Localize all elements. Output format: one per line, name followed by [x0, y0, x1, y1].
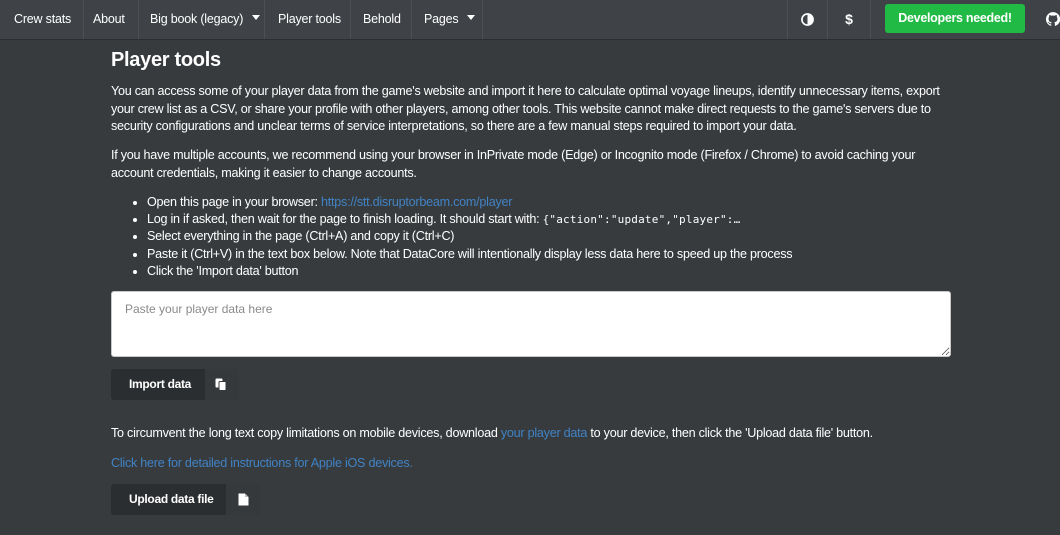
- contrast-icon: [801, 12, 814, 26]
- list-item: Log in if asked, then wait for the page …: [147, 211, 792, 228]
- nav-behold-label: Behold: [363, 12, 401, 26]
- main-content: Player tools You can access some of your…: [111, 44, 951, 515]
- nav-crew-stats-label: Crew stats: [14, 12, 72, 26]
- ios-instructions: Click here for detailed instructions for…: [111, 455, 951, 473]
- import-data-button[interactable]: Import data: [111, 369, 239, 400]
- list-item: Open this page in your browser: https://…: [147, 194, 792, 211]
- step2-text: Log in if asked, then wait for the page …: [147, 212, 543, 227]
- nav-pages-dropdown[interactable]: Pages: [412, 0, 483, 39]
- nav-about-label: About: [93, 12, 125, 26]
- step1-text: Open this page in your browser:: [147, 195, 322, 209]
- player-data-textarea[interactable]: [111, 291, 951, 357]
- player-data-url-link[interactable]: https://stt.disruptorbeam.com/player: [321, 195, 512, 209]
- github-icon: [1045, 12, 1060, 27]
- step3-text: Select everything in the page (Ctrl+A) a…: [147, 229, 455, 244]
- ios-instructions-link[interactable]: Click here for detailed instructions for…: [111, 456, 413, 470]
- list-item: Click the 'Import data' button: [147, 263, 792, 280]
- mobile-prefix-text: To circumvent the long text copy limitat…: [111, 426, 501, 440]
- upload-data-file-label: Upload data file: [129, 492, 214, 506]
- intro-paragraph: You can access some of your player data …: [111, 84, 940, 133]
- copy-icon-box: [205, 369, 239, 400]
- list-item: Select everything in the page (Ctrl+A) a…: [147, 228, 792, 245]
- theme-toggle-button[interactable]: [787, 0, 827, 39]
- sample-json-code: {"action":"update","player":…: [542, 213, 741, 227]
- accounts-paragraph: If you have multiple accounts, we recomm…: [111, 148, 916, 180]
- upload-data-file-button[interactable]: Upload data file: [111, 484, 260, 515]
- nav-pages-label: Pages: [424, 12, 459, 26]
- nav-crew-stats[interactable]: Crew stats: [0, 0, 84, 39]
- developers-needed-button[interactable]: Developers needed!: [885, 4, 1025, 33]
- nav-big-book-label: Big book (legacy): [150, 12, 244, 26]
- nav-player-tools-label: Player tools: [278, 12, 341, 26]
- mobile-instructions: To circumvent the long text copy limitat…: [111, 425, 951, 443]
- top-navbar: Crew stats About Big book (legacy) Playe…: [0, 0, 1060, 40]
- nav-player-tools[interactable]: Player tools: [265, 0, 351, 39]
- paste-icon: [215, 378, 227, 391]
- chevron-down-icon: [467, 15, 476, 21]
- github-link[interactable]: [1042, 0, 1060, 39]
- download-player-data-link[interactable]: your player data: [501, 426, 588, 440]
- nav-big-book-dropdown[interactable]: Big book (legacy): [139, 0, 265, 39]
- file-icon-box: [226, 484, 260, 515]
- donate-button[interactable]: $: [827, 0, 871, 39]
- step5-text: Click the 'Import data' button: [147, 263, 299, 278]
- mobile-suffix-text: to your device, then click the 'Upload d…: [587, 426, 873, 440]
- page-title: Player tools: [111, 49, 221, 71]
- chevron-down-icon: [252, 15, 261, 21]
- import-steps-list: Open this page in your browser: https://…: [111, 194, 793, 280]
- nav-behold[interactable]: Behold: [351, 0, 412, 39]
- step4-text: Paste it (Ctrl+V) in the text box below.…: [147, 246, 793, 261]
- list-item: Paste it (Ctrl+V) in the text box below.…: [147, 246, 793, 263]
- file-icon: [238, 493, 249, 506]
- import-data-label: Import data: [129, 377, 192, 391]
- dollar-icon: $: [845, 11, 853, 27]
- nav-about[interactable]: About: [84, 0, 139, 39]
